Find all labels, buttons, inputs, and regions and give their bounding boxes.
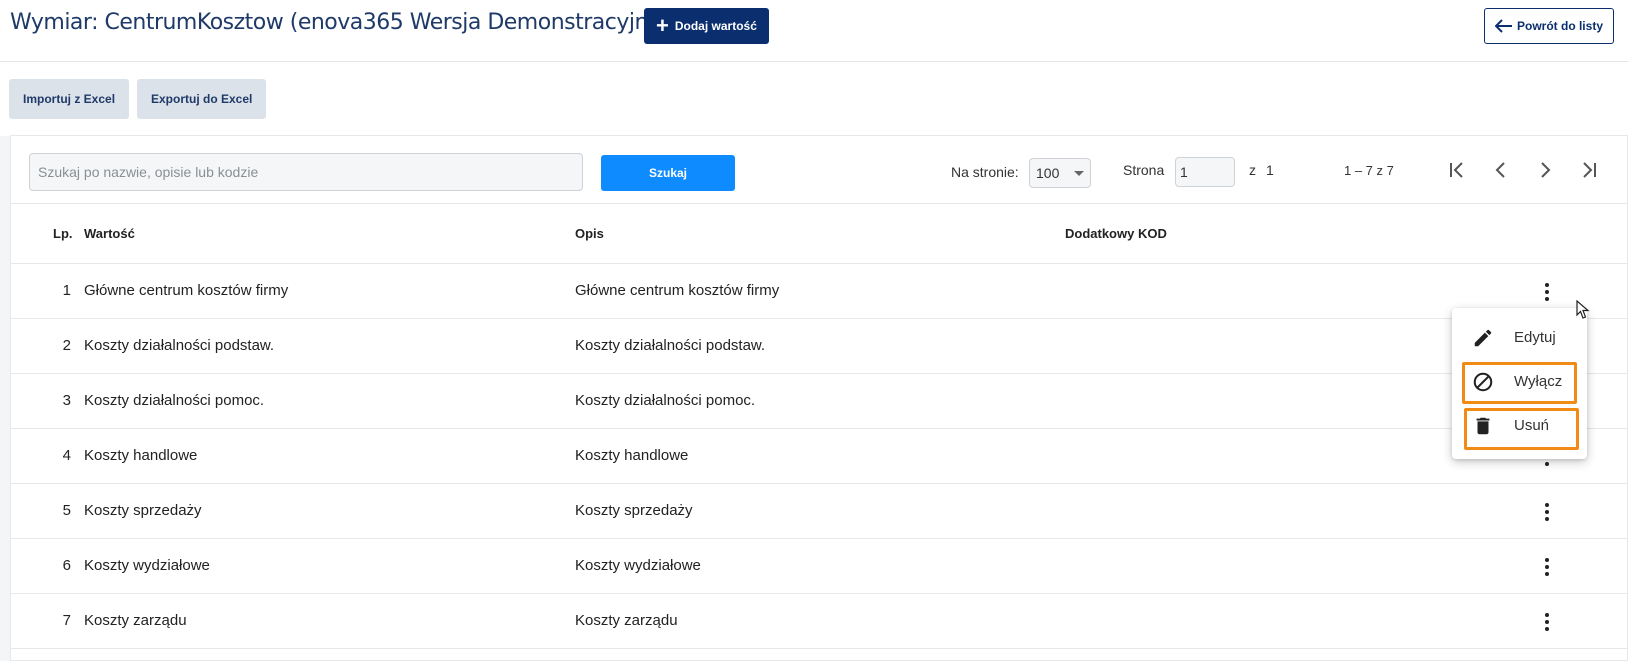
table-row: 7 Koszty zarządu Koszty zarządu bbox=[11, 594, 1627, 649]
row-lp: 1 bbox=[62, 282, 71, 299]
menu-item-disable[interactable]: Wyłącz bbox=[1452, 362, 1587, 402]
more-vert-icon bbox=[1545, 503, 1549, 507]
menu-item-edit[interactable]: Edytuj bbox=[1452, 318, 1587, 358]
row-opis: Koszty sprzedaży bbox=[575, 502, 693, 519]
table-row: 6 Koszty wydziałowe Koszty wydziałowe bbox=[11, 539, 1627, 594]
menu-item-delete[interactable]: Usuń bbox=[1452, 406, 1587, 446]
table-header: Lp. Wartość Opis Dodatkowy KOD bbox=[11, 204, 1627, 264]
trash-icon bbox=[1476, 417, 1490, 435]
row-opis: Koszty działalności pomoc. bbox=[575, 392, 756, 409]
row-wartosc: Koszty handlowe bbox=[84, 447, 198, 464]
per-page-select[interactable]: 100 bbox=[1029, 158, 1091, 188]
row-lp: 2 bbox=[62, 337, 71, 354]
range-text: 1 – 7 z 7 bbox=[1344, 163, 1394, 178]
more-vert-icon bbox=[1545, 558, 1549, 562]
chevron-left-icon bbox=[1495, 162, 1505, 178]
row-lp: 7 bbox=[62, 612, 71, 629]
row-opis: Koszty wydziałowe bbox=[575, 557, 701, 574]
table-row: 2 Koszty działalności podstaw. Koszty dz… bbox=[11, 319, 1627, 374]
table-row: 3 Koszty działalności pomoc. Koszty dzia… bbox=[11, 374, 1627, 429]
last-page-icon bbox=[1583, 162, 1596, 178]
import-excel-button[interactable]: Importuj z Excel bbox=[9, 79, 130, 119]
column-wartosc: Wartość bbox=[84, 226, 135, 241]
row-opis: Główne centrum kosztów firmy bbox=[575, 282, 780, 299]
row-actions-button[interactable] bbox=[1537, 498, 1557, 526]
chevron-down-icon bbox=[1074, 170, 1084, 176]
search-bar: Szukaj Na stronie: 100 Strona z 1 1 – 7 … bbox=[11, 136, 1627, 204]
first-page-button[interactable] bbox=[1443, 156, 1471, 184]
page-header: Wymiar: CentrumKosztow (enova365 Wersja … bbox=[0, 0, 1628, 62]
row-actions-button[interactable] bbox=[1537, 608, 1557, 636]
pencil-icon bbox=[1474, 329, 1492, 347]
row-wartosc: Główne centrum kosztów firmy bbox=[84, 282, 289, 299]
add-value-label: Dodaj wartość bbox=[674, 19, 757, 33]
last-page-button[interactable] bbox=[1575, 156, 1603, 184]
total-pages: 1 bbox=[1266, 162, 1274, 178]
column-lp: Lp. bbox=[53, 226, 73, 241]
row-opis: Koszty handlowe bbox=[575, 447, 689, 464]
back-to-list-label: Powrót do listy bbox=[1516, 19, 1603, 33]
row-lp: 4 bbox=[62, 447, 71, 464]
page-title: Wymiar: CentrumKosztow (enova365 Wersja … bbox=[10, 10, 670, 35]
row-wartosc: Koszty wydziałowe bbox=[84, 557, 210, 574]
row-wartosc: Koszty działalności podstaw. bbox=[84, 337, 275, 354]
row-opis: Koszty zarządu bbox=[575, 612, 678, 629]
search-input[interactable] bbox=[29, 153, 583, 191]
block-icon bbox=[1473, 372, 1493, 392]
row-actions-button[interactable] bbox=[1537, 553, 1557, 581]
table-row: 1 Główne centrum kosztów firmy Główne ce… bbox=[11, 264, 1627, 319]
add-value-button[interactable]: + Dodaj wartość bbox=[644, 8, 769, 44]
prev-page-button[interactable] bbox=[1487, 156, 1515, 184]
row-wartosc: Koszty sprzedaży bbox=[84, 502, 202, 519]
toolbar: Importuj z Excel Exportuj do Excel bbox=[0, 62, 1628, 136]
next-page-button[interactable] bbox=[1531, 156, 1559, 184]
export-excel-button[interactable]: Exportuj do Excel bbox=[137, 79, 267, 119]
row-opis: Koszty działalności podstaw. bbox=[575, 337, 766, 354]
table-row: 4 Koszty handlowe Koszty handlowe bbox=[11, 429, 1627, 484]
page-label: Strona bbox=[1123, 162, 1165, 178]
row-lp: 6 bbox=[62, 557, 71, 574]
menu-item-disable-label: Wyłącz bbox=[1514, 373, 1563, 390]
column-opis: Opis bbox=[575, 226, 604, 241]
mouse-cursor-icon bbox=[1576, 300, 1590, 319]
page-number-input[interactable] bbox=[1175, 157, 1235, 187]
per-page-value: 100 bbox=[1036, 165, 1060, 181]
row-lp: 5 bbox=[62, 502, 71, 519]
menu-item-edit-label: Edytuj bbox=[1514, 329, 1556, 346]
first-page-icon bbox=[1450, 162, 1463, 178]
plus-icon: + bbox=[656, 13, 669, 38]
column-dodatkowy-kod: Dodatkowy KOD bbox=[1065, 226, 1167, 241]
per-page-label: Na stronie: bbox=[951, 164, 1019, 180]
menu-item-delete-label: Usuń bbox=[1514, 417, 1550, 434]
row-wartosc: Koszty zarządu bbox=[84, 612, 187, 629]
row-lp: 3 bbox=[62, 392, 71, 409]
more-vert-icon bbox=[1545, 613, 1549, 617]
arrow-left-icon bbox=[1494, 19, 1512, 33]
back-to-list-button[interactable]: Powrót do listy bbox=[1483, 8, 1614, 44]
row-actions-button[interactable] bbox=[1537, 278, 1557, 306]
row-context-menu: Edytuj Wyłącz Usuń bbox=[1452, 308, 1587, 459]
row-wartosc: Koszty działalności pomoc. bbox=[84, 392, 265, 409]
search-button[interactable]: Szukaj bbox=[601, 155, 735, 191]
values-card: Szukaj Na stronie: 100 Strona z 1 1 – 7 … bbox=[10, 135, 1628, 661]
table-row: 5 Koszty sprzedaży Koszty sprzedaży bbox=[11, 484, 1627, 539]
chevron-right-icon bbox=[1541, 162, 1551, 178]
more-vert-icon bbox=[1545, 283, 1549, 287]
page-of-label: z bbox=[1249, 162, 1256, 178]
